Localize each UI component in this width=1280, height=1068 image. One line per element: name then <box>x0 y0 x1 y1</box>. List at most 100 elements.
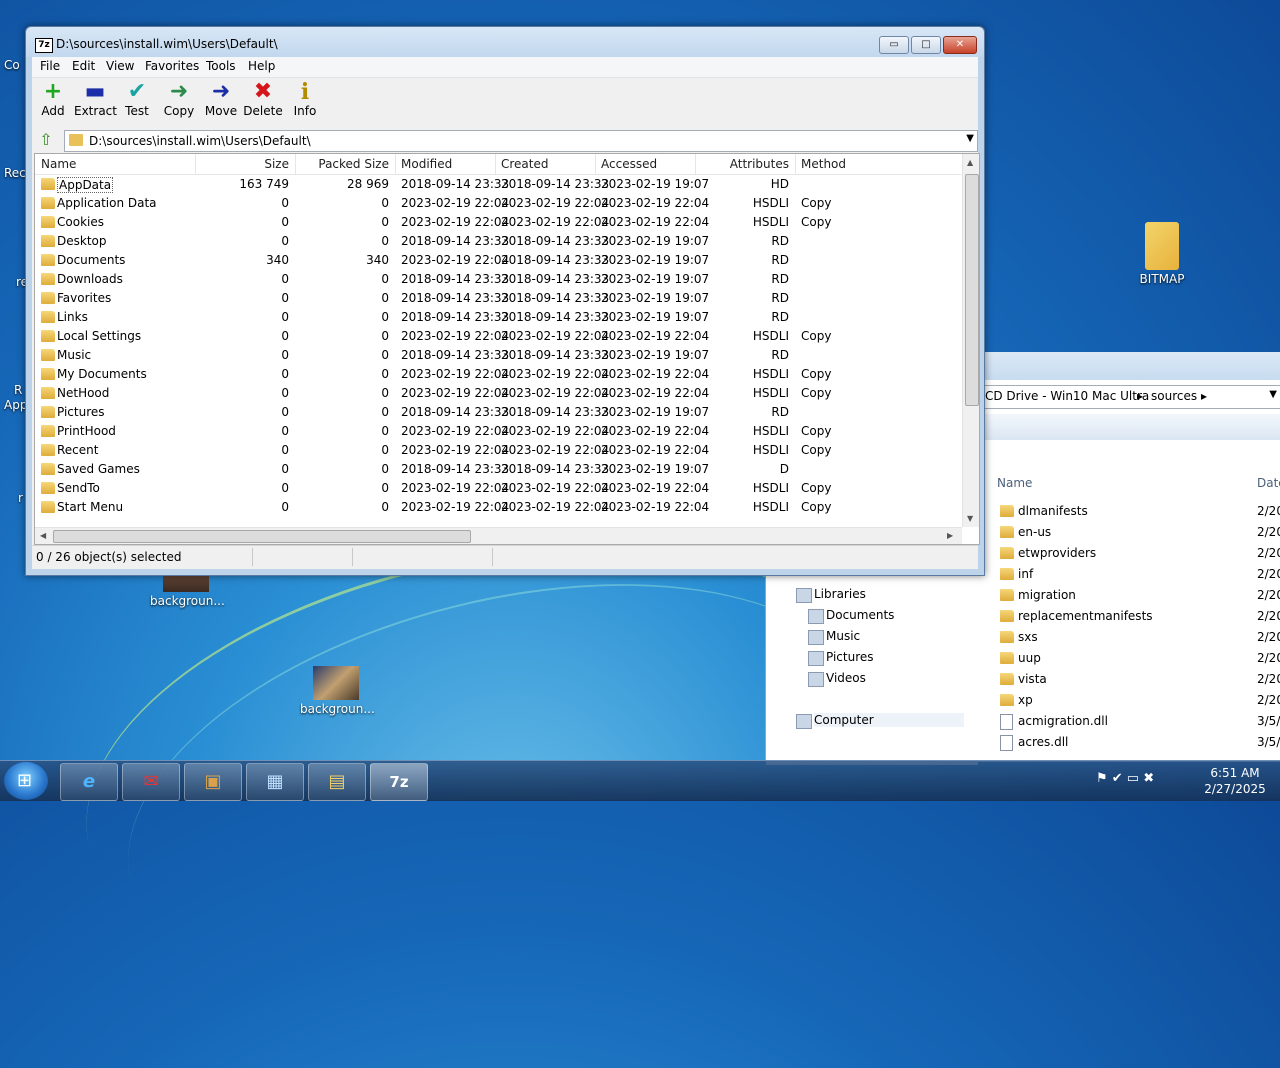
list-item[interactable]: replacementmanifests2/20 <box>984 606 1280 627</box>
chevron-right-icon[interactable]: ▸ <box>1201 389 1207 403</box>
table-row[interactable]: Favorites 0 0 2018-09-14 23:33 2018-09-1… <box>35 289 961 308</box>
column-header-packed-size[interactable]: Packed Size <box>297 157 389 171</box>
table-row[interactable]: Pictures 0 0 2018-09-14 23:33 2018-09-14… <box>35 403 961 422</box>
table-row[interactable]: Local Settings 0 0 2023-02-19 22:04 2023… <box>35 327 961 346</box>
column-header-accessed[interactable]: Accessed <box>601 157 657 171</box>
column-header-modified[interactable]: Modified <box>401 157 452 171</box>
nav-item-computer[interactable]: Computer <box>796 713 964 729</box>
nav-item-pictures[interactable]: Pictures <box>808 650 874 666</box>
table-row[interactable]: Start Menu 0 0 2023-02-19 22:04 2023-02-… <box>35 498 961 517</box>
taskbar-7zip[interactable]: 7z <box>370 763 428 801</box>
list-item[interactable]: dlmanifests2/20 <box>984 501 1280 522</box>
system-tray[interactable]: ⚑ ✔ ▭ ✖ <box>1096 771 1154 786</box>
vertical-scrollbar[interactable]: ▲ ▼ <box>962 154 979 527</box>
explorer-address-bar[interactable]: CD Drive - Win10 Mac Ultra ▸ sources ▸ ▼ <box>984 385 1280 409</box>
list-item[interactable]: en-us2/20 <box>984 522 1280 543</box>
table-row[interactable]: Documents 340 340 2023-02-19 22:04 2018-… <box>35 251 961 270</box>
table-row[interactable]: Desktop 0 0 2018-09-14 23:33 2018-09-14 … <box>35 232 961 251</box>
minimize-button[interactable]: ▭ <box>879 36 909 54</box>
desktop-partial-icon[interactable]: r <box>18 491 23 505</box>
taskbar-file-explorer[interactable]: ▤ <box>308 763 366 801</box>
nav-item-documents[interactable]: Documents <box>808 608 894 624</box>
window-titlebar[interactable]: 7z D:\sources\install.wim\Users\Default\… <box>26 27 984 57</box>
menu-file[interactable]: File <box>40 59 60 73</box>
clock[interactable]: 6:51 AM 2/27/2025 <box>1200 765 1270 797</box>
up-folder-icon[interactable]: ⇧ <box>37 131 55 149</box>
desktop-icon-background-1[interactable]: backgroun... <box>150 572 225 608</box>
table-row[interactable]: Application Data 0 0 2023-02-19 22:04 20… <box>35 194 961 213</box>
table-row[interactable]: PrintHood 0 0 2023-02-19 22:04 2023-02-1… <box>35 422 961 441</box>
scrollbar-thumb[interactable] <box>965 174 979 406</box>
dropdown-arrow-icon[interactable]: ▼ <box>966 133 974 144</box>
list-item[interactable]: uup2/20 <box>984 648 1280 669</box>
desktop-partial-icon[interactable]: Co <box>4 58 20 72</box>
7zip-app-icon[interactable]: 7z <box>35 38 53 53</box>
info-button[interactable]: i Info <box>284 80 326 118</box>
chevron-right-icon[interactable]: ▸ <box>1137 389 1143 403</box>
close-button[interactable]: ✕ <box>943 36 977 54</box>
list-item[interactable]: acmigration.dll 3/5/ <box>984 711 1280 732</box>
menu-edit[interactable]: Edit <box>72 59 95 73</box>
list-item[interactable]: sxs2/20 <box>984 627 1280 648</box>
list-item[interactable]: acres.dll 3/5/ <box>984 732 1280 753</box>
menu-view[interactable]: View <box>106 59 134 73</box>
breadcrumb-item[interactable]: sources <box>1151 389 1197 403</box>
desktop-icon-bitmap[interactable]: BITMAP <box>1130 222 1194 286</box>
column-header-date[interactable]: Date <box>1257 476 1280 490</box>
taskbar-control-panel[interactable]: ▦ <box>246 763 304 801</box>
list-item[interactable]: etwproviders2/20 <box>984 543 1280 564</box>
maximize-button[interactable]: □ <box>911 36 941 54</box>
table-row[interactable]: NetHood 0 0 2023-02-19 22:04 2023-02-19 … <box>35 384 961 403</box>
scroll-up-icon[interactable]: ▲ <box>967 158 973 167</box>
table-row[interactable]: SendTo 0 0 2023-02-19 22:04 2023-02-19 2… <box>35 479 961 498</box>
explorer-file-list[interactable]: Name Date dlmanifests2/20 en-us2/20 etwp… <box>984 467 1280 762</box>
list-item[interactable]: vista2/20 <box>984 669 1280 690</box>
table-row[interactable]: Links 0 0 2018-09-14 23:33 2018-09-14 23… <box>35 308 961 327</box>
table-row[interactable]: Recent 0 0 2023-02-19 22:04 2023-02-19 2… <box>35 441 961 460</box>
test-button[interactable]: ✔ Test <box>116 80 158 119</box>
list-item[interactable]: inf2/20 <box>984 564 1280 585</box>
column-header-method[interactable]: Method <box>801 157 846 171</box>
scroll-left-icon[interactable]: ◀ <box>40 531 46 540</box>
nav-item-videos[interactable]: Videos <box>808 671 866 687</box>
table-row[interactable]: Music 0 0 2018-09-14 23:33 2018-09-14 23… <box>35 346 961 365</box>
extract-button[interactable]: ▬ Extract <box>74 80 117 119</box>
menu-tools[interactable]: Tools <box>206 59 236 73</box>
table-row[interactable]: My Documents 0 0 2023-02-19 22:04 2023-0… <box>35 365 961 384</box>
taskbar-gmail[interactable]: ✉ <box>122 763 180 801</box>
desktop-partial-icon[interactable]: R <box>14 383 22 397</box>
menu-help[interactable]: Help <box>248 59 275 73</box>
taskbar-package[interactable]: ▣ <box>184 763 242 801</box>
column-header-name[interactable]: Name <box>997 476 1032 490</box>
add-button[interactable]: + Add <box>32 80 74 119</box>
copy-button[interactable]: ➜ Copy <box>158 80 200 119</box>
taskbar-internet-explorer[interactable]: e <box>60 763 118 801</box>
table-row[interactable]: Cookies 0 0 2023-02-19 22:04 2023-02-19 … <box>35 213 961 232</box>
delete-button[interactable]: ✖ Delete <box>242 80 284 119</box>
menu-favorites[interactable]: Favorites <box>145 59 199 73</box>
list-item[interactable]: migration2/20 <box>984 585 1280 606</box>
scrollbar-thumb[interactable] <box>53 530 471 543</box>
file-list[interactable]: Name Size Packed Size Modified Created A… <box>34 153 980 545</box>
table-row[interactable]: AppData 163 749 28 969 2018-09-14 23:33 … <box>35 175 961 194</box>
column-header-created[interactable]: Created <box>501 157 549 171</box>
scroll-right-icon[interactable]: ▶ <box>947 531 953 540</box>
move-button[interactable]: ➜ Move <box>200 80 242 119</box>
list-item[interactable]: xp2/20 <box>984 690 1280 711</box>
desktop-icon-background-2[interactable]: backgroun... <box>300 666 375 716</box>
desktop-partial-icon[interactable]: Rec <box>4 166 26 180</box>
column-header-name[interactable]: Name <box>41 157 76 171</box>
scroll-down-icon[interactable]: ▼ <box>967 514 973 523</box>
dropdown-icon[interactable]: ▼ <box>1269 389 1277 400</box>
nav-item-libraries[interactable]: Libraries <box>796 587 866 603</box>
7zip-window[interactable]: 7z D:\sources\install.wim\Users\Default\… <box>25 26 985 576</box>
start-button[interactable]: ⊞ <box>4 762 48 800</box>
table-row[interactable]: Downloads 0 0 2018-09-14 23:33 2018-09-1… <box>35 270 961 289</box>
breadcrumb-item[interactable]: CD Drive - Win10 Mac Ultra <box>985 389 1149 403</box>
nav-item-music[interactable]: Music <box>808 629 860 645</box>
table-row[interactable]: Saved Games 0 0 2018-09-14 23:33 2018-09… <box>35 460 961 479</box>
desktop-partial-icon[interactable]: App <box>4 398 27 412</box>
column-header-attributes[interactable]: Attributes <box>697 157 789 171</box>
horizontal-scrollbar[interactable]: ◀ ▶ <box>35 527 962 544</box>
address-input[interactable]: D:\sources\install.wim\Users\Default\ ▼ <box>64 130 978 152</box>
